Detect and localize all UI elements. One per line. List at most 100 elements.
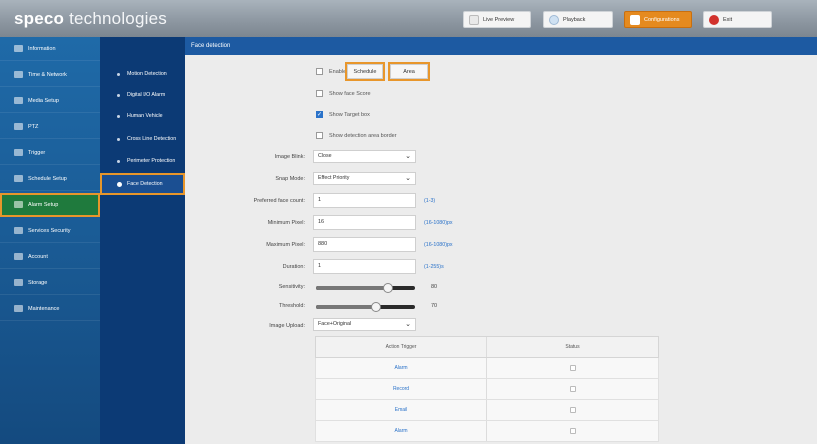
playback-button[interactable]: Playback — [543, 11, 613, 28]
main-content: Face detection Enable Schedule Area Show… — [185, 37, 817, 444]
sidebar-item-account[interactable]: Account — [0, 245, 100, 269]
action-trigger-table: Action Trigger Status Alarm Record Email… — [315, 336, 659, 442]
maximum-pixel-range: (16-1080)px — [424, 242, 453, 248]
threshold-fill — [316, 305, 376, 309]
image-upload-label: Image Upload: — [269, 323, 305, 329]
brand-logo: speco technologies — [14, 9, 167, 28]
column-header-status: Status — [565, 344, 580, 350]
image-blink-select[interactable]: Close ⌄ — [313, 150, 416, 163]
show-detection-border-row: Show detection area border — [316, 132, 397, 139]
snap-mode-label: Snap Mode: — [275, 176, 305, 182]
threshold-slider[interactable] — [316, 302, 415, 312]
secondary-sidebar: Motion Detection Digital I/O Alarm Human… — [100, 37, 185, 444]
chevron-down-icon: ⌄ — [405, 321, 411, 328]
alarm-icon — [14, 201, 23, 208]
sidebar-item-maintenance[interactable]: Maintenance — [0, 297, 100, 321]
gear-icon — [14, 71, 23, 78]
sidebar-item-trigger[interactable]: Trigger — [0, 141, 100, 165]
list-icon — [630, 14, 640, 25]
exit-button[interactable]: Exit — [703, 11, 772, 28]
ptz-icon — [14, 123, 23, 130]
minimum-pixel-range: (16-1080)px — [424, 220, 453, 226]
status-checkbox[interactable] — [569, 428, 576, 434]
subnav-item-cross-line-detection[interactable]: Cross Line Detection — [100, 129, 185, 149]
sensitivity-fill — [316, 286, 388, 290]
wrench-icon — [14, 305, 23, 312]
show-target-box-row: ✓ Show Target box — [316, 111, 370, 118]
image-blink-label: Image Blink: — [274, 154, 305, 160]
info-icon — [14, 45, 23, 52]
area-button[interactable]: Area — [388, 62, 430, 81]
calendar-icon — [14, 175, 23, 182]
preferred-face-count-range: (1-3) — [424, 198, 436, 204]
status-checkbox[interactable] — [569, 386, 576, 392]
enable-row: Enable — [316, 68, 346, 75]
table-row: Alarm — [315, 358, 659, 379]
minimum-pixel-label: Minimum Pixel: — [267, 220, 305, 226]
action-trigger-name[interactable]: Alarm — [316, 358, 487, 378]
duration-range: (1-255)s — [424, 264, 444, 270]
column-header-action-trigger: Action Trigger — [316, 337, 487, 357]
configurations-button[interactable]: Configurations — [624, 11, 692, 28]
show-face-score-checkbox[interactable] — [316, 90, 323, 97]
sidebar-item-storage[interactable]: Storage — [0, 271, 100, 295]
sensitivity-slider-handle[interactable] — [383, 283, 393, 293]
trigger-icon — [14, 149, 23, 156]
preferred-face-count-input[interactable]: 1 — [313, 193, 416, 208]
subnav-item-digital-io-alarm[interactable]: Digital I/O Alarm — [100, 85, 185, 105]
sidebar-item-schedule-setup[interactable]: Schedule Setup — [0, 167, 100, 191]
bullet-icon — [117, 137, 120, 141]
status-checkbox[interactable] — [569, 365, 576, 371]
subnav-item-human-vehicle[interactable]: Human Vehicle — [100, 106, 185, 126]
bullet-icon — [117, 159, 120, 163]
action-trigger-name[interactable]: Email — [316, 400, 487, 420]
monitor-icon — [469, 14, 479, 25]
schedule-button[interactable]: Schedule — [345, 62, 385, 81]
primary-sidebar: Information Time & Network Media Setup P… — [0, 37, 100, 444]
table-row: Record — [315, 379, 659, 400]
top-header: speco technologies Live Preview Playback… — [0, 0, 817, 37]
bullet-icon — [117, 93, 120, 97]
sidebar-item-information[interactable]: Information — [0, 37, 100, 61]
threshold-slider-handle[interactable] — [371, 302, 381, 312]
table-row: Email — [315, 400, 659, 421]
subnav-item-motion-detection[interactable]: Motion Detection — [100, 64, 185, 84]
snap-mode-select[interactable]: Effect Priority ⌄ — [313, 172, 416, 185]
subnav-item-face-detection[interactable]: Face Detection — [100, 173, 185, 195]
table-header: Action Trigger Status — [315, 336, 659, 358]
live-preview-button[interactable]: Live Preview — [463, 11, 531, 28]
duration-label: Duration: — [282, 264, 305, 270]
bullet-icon — [117, 181, 122, 187]
sidebar-item-alarm-setup[interactable]: Alarm Setup — [0, 193, 100, 217]
show-detection-border-checkbox[interactable] — [316, 132, 323, 139]
show-target-box-checkbox[interactable]: ✓ — [316, 111, 323, 118]
minimum-pixel-input[interactable]: 16 — [313, 215, 416, 230]
storage-icon — [14, 279, 23, 286]
action-trigger-name[interactable]: Alarm — [316, 421, 487, 441]
sidebar-item-services-security[interactable]: Services Security — [0, 219, 100, 243]
enable-checkbox[interactable] — [316, 68, 323, 75]
image-upload-select[interactable]: Face+Original ⌄ — [313, 318, 416, 331]
preferred-face-count-label: Preferred face count: — [253, 198, 305, 204]
threshold-label: Threshold: — [279, 303, 305, 309]
threshold-value: 70 — [431, 303, 438, 309]
action-trigger-name[interactable]: Record — [316, 379, 487, 399]
subnav-item-perimeter-protection[interactable]: Perimeter Protection — [100, 151, 185, 171]
show-face-score-row: Show face Score — [316, 90, 371, 97]
duration-input[interactable]: 1 — [313, 259, 416, 274]
chevron-down-icon: ⌄ — [405, 175, 411, 182]
user-icon — [14, 253, 23, 260]
sidebar-item-media-setup[interactable]: Media Setup — [0, 89, 100, 113]
status-checkbox[interactable] — [569, 407, 576, 413]
sensitivity-label: Sensitivity: — [278, 284, 305, 290]
sidebar-item-ptz[interactable]: PTZ — [0, 115, 100, 139]
maximum-pixel-label: Maximum Pixel: — [266, 242, 305, 248]
sensitivity-value: 80 — [431, 284, 438, 290]
sensitivity-slider[interactable] — [316, 283, 415, 293]
sidebar-item-time-network[interactable]: Time & Network — [0, 63, 100, 87]
page-title: Face detection — [185, 37, 817, 55]
table-row: Alarm — [315, 421, 659, 442]
bullet-icon — [117, 114, 120, 118]
maximum-pixel-input[interactable]: 880 — [313, 237, 416, 252]
power-icon — [709, 14, 719, 25]
